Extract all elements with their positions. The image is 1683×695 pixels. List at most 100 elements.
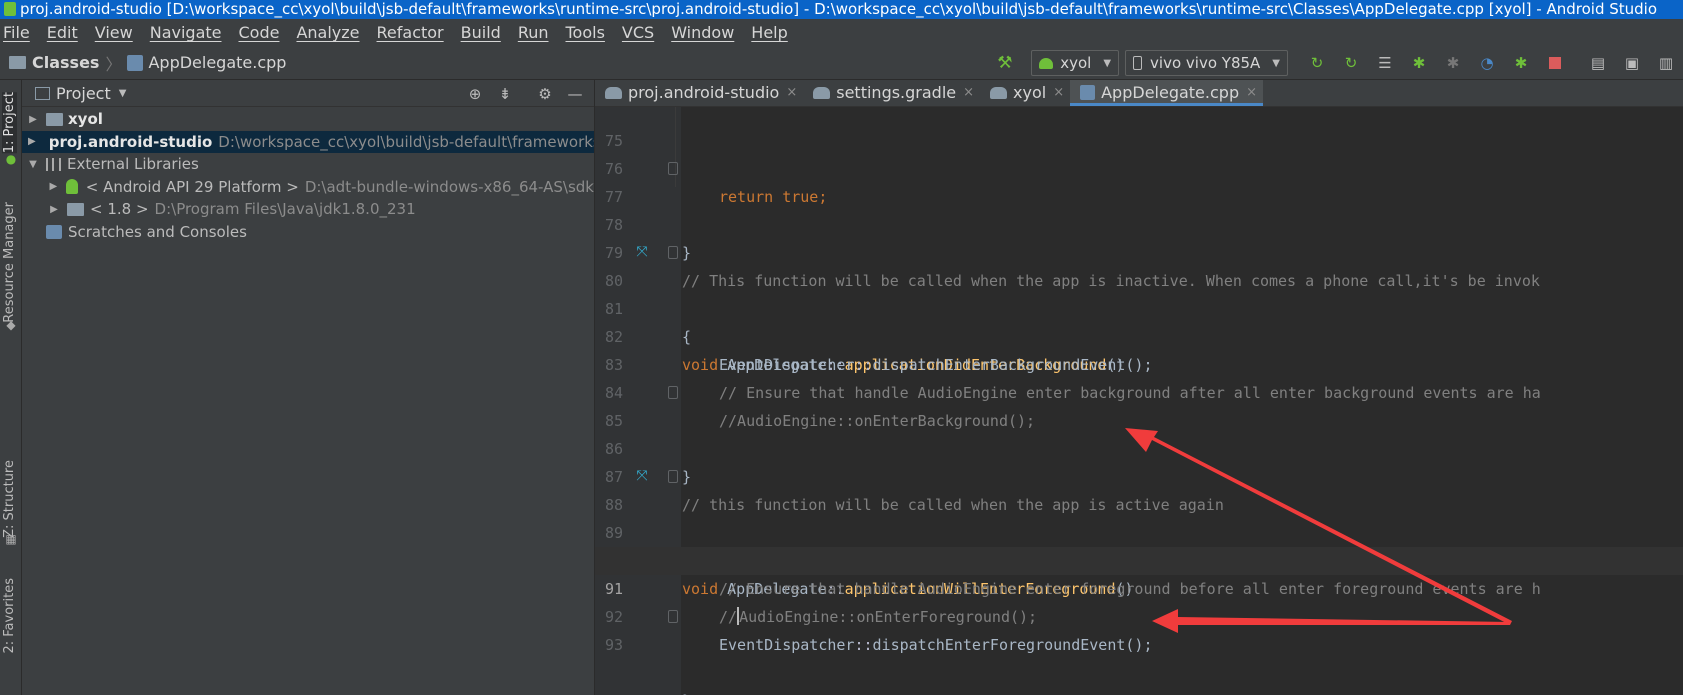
hide-minus-icon[interactable]: — bbox=[566, 85, 584, 103]
tree-item-external-libraries[interactable]: ▼ External Libraries bbox=[22, 153, 594, 176]
tree-item-proj-android-studio[interactable]: ▶ proj.android-studio D:\workspace_cc\xy… bbox=[22, 130, 594, 153]
attach-process-bug-icon[interactable]: ✱ bbox=[1509, 53, 1533, 73]
locate-crosshair-icon[interactable]: ⊕ bbox=[466, 85, 484, 103]
sdk-manager-icon[interactable]: ▥ bbox=[1654, 53, 1678, 73]
tree-item-jdk-1-8[interactable]: ▶ < 1.8 > D:\Program Files\Java\jdk1.8.0… bbox=[22, 198, 594, 221]
device-value: vivo vivo Y85A bbox=[1150, 54, 1261, 72]
code-line-84: 84 //AudioEngine::onEnterBackground(); bbox=[595, 351, 1683, 430]
collapse-all-icon[interactable]: ⇟ bbox=[496, 85, 514, 103]
expand-arrow-icon[interactable]: ▶ bbox=[49, 204, 59, 215]
menu-help[interactable]: Help bbox=[751, 23, 787, 42]
chevron-down-icon: ▼ bbox=[1272, 57, 1280, 69]
menu-refactor[interactable]: Refactor bbox=[377, 23, 444, 42]
gradle-elephant-icon bbox=[990, 86, 1008, 99]
line-number: 93 bbox=[604, 636, 623, 654]
editor-area: proj.android-studio × settings.gradle × … bbox=[595, 80, 1683, 695]
project-view-selector[interactable]: Project bbox=[56, 84, 111, 103]
code-line-83: 83 // Ensure that handle AudioEngine ent… bbox=[595, 323, 1683, 402]
navigation-bar: Classes 〉 AppDelegate.cpp ⚒ xyol ▼ vivo … bbox=[0, 46, 1683, 80]
tree-item-label: proj.android-studio bbox=[48, 132, 213, 151]
window-title-bar: proj.android-studio [D:\workspace_cc\xyo… bbox=[0, 0, 1683, 19]
fold-marker-icon[interactable] bbox=[668, 246, 678, 259]
menu-build[interactable]: Build bbox=[461, 23, 501, 42]
menu-navigate[interactable]: Navigate bbox=[150, 23, 222, 42]
tab-favorites[interactable]: 2: Favorites bbox=[2, 578, 17, 654]
gear-icon[interactable]: ⚙ bbox=[536, 85, 554, 103]
menu-window[interactable]: Window bbox=[671, 23, 734, 42]
breadcrumb: Classes 〉 AppDelegate.cpp bbox=[0, 51, 286, 75]
tab-project[interactable]: 1: Project bbox=[2, 92, 17, 154]
expand-arrow-icon[interactable]: ▶ bbox=[28, 136, 36, 147]
breadcrumb-file[interactable]: AppDelegate.cpp bbox=[148, 53, 286, 72]
expand-arrow-icon[interactable]: ▶ bbox=[49, 181, 58, 192]
code-editor[interactable]: 75 76 return true; 77 } 78 79 // This fu… bbox=[595, 107, 1683, 695]
tree-item-label: < Android API 29 Platform > bbox=[85, 177, 299, 196]
attach-debugger-icon[interactable]: ✱ bbox=[1441, 53, 1465, 73]
menu-run[interactable]: Run bbox=[518, 23, 549, 42]
run-configuration-value: xyol bbox=[1060, 54, 1092, 72]
project-view-icon bbox=[35, 86, 50, 100]
tree-item-xyol[interactable]: ▶ xyol bbox=[22, 108, 594, 131]
resource-manager-icon: ◆ bbox=[6, 318, 16, 332]
project-structure-icon[interactable]: ▤ bbox=[1586, 53, 1610, 73]
stop-icon[interactable] bbox=[1543, 53, 1567, 73]
avd-manager-icon[interactable]: ▣ bbox=[1620, 53, 1644, 73]
run-configuration-select[interactable]: xyol ▼ bbox=[1031, 50, 1120, 76]
chevron-down-icon[interactable]: ▼ bbox=[119, 88, 127, 99]
code-line-93: 93 } bbox=[595, 603, 1683, 695]
code-line-88: 88 ⤧ void AppDelegate::applicationWillEn… bbox=[595, 463, 1683, 598]
code-token: } bbox=[682, 687, 691, 695]
menu-bar: File Edit View Navigate Code Analyze Ref… bbox=[0, 19, 1683, 46]
tree-item-label: Scratches and Consoles bbox=[68, 222, 247, 241]
main-toolbar: ⚒ xyol ▼ vivo vivo Y85A ▼ ↻ ↻ ☰ ✱ ✱ ◔ ✱ … bbox=[997, 46, 1683, 80]
apply-code-changes-icon[interactable]: ↻ bbox=[1339, 53, 1363, 73]
tree-item-path: D:\workspace_cc\xyol\build\jsb-default\f… bbox=[218, 132, 594, 151]
gradle-elephant-icon bbox=[813, 86, 831, 99]
menu-analyze[interactable]: Analyze bbox=[296, 23, 359, 42]
navigate-to-declaration-icon[interactable]: ⤧ bbox=[635, 245, 649, 259]
menu-edit[interactable]: Edit bbox=[47, 23, 78, 42]
fold-marker-icon[interactable] bbox=[668, 386, 678, 399]
close-icon[interactable]: × bbox=[963, 85, 974, 100]
phone-icon bbox=[1133, 56, 1143, 70]
profiler-gauge-icon[interactable]: ◔ bbox=[1475, 53, 1499, 73]
collapse-arrow-icon[interactable]: ▼ bbox=[28, 159, 38, 170]
code-line-77: 77 } bbox=[595, 155, 1683, 262]
close-icon[interactable]: × bbox=[1053, 85, 1064, 100]
close-icon[interactable]: × bbox=[786, 85, 797, 100]
tree-item-android-api-29[interactable]: ▶ < Android API 29 Platform > D:\adt-bun… bbox=[22, 176, 594, 199]
fold-marker-icon[interactable] bbox=[668, 470, 678, 483]
code-token: (); bbox=[1125, 636, 1153, 654]
menu-vcs[interactable]: VCS bbox=[622, 23, 654, 42]
tab-resource-manager[interactable]: Resource Manager bbox=[2, 202, 17, 323]
window-title: proj.android-studio [D:\workspace_cc\xyo… bbox=[20, 0, 1658, 18]
project-tree: ▶ xyol ▶ proj.android-studio D:\workspac… bbox=[22, 108, 594, 243]
close-icon[interactable]: × bbox=[1246, 85, 1257, 100]
breadcrumb-folder[interactable]: Classes bbox=[32, 53, 99, 72]
code-line-91: 91 //AudioEngine::onEnterForeground(); bbox=[595, 547, 1683, 626]
make-project-hammer-icon[interactable]: ⚒ bbox=[997, 54, 1015, 72]
android-icon bbox=[65, 179, 78, 195]
menu-tools[interactable]: Tools bbox=[566, 23, 605, 42]
navigate-to-declaration-icon[interactable]: ⤧ bbox=[635, 469, 649, 483]
tab-structure[interactable]: Z: Structure bbox=[2, 460, 17, 538]
debug-bug-icon[interactable]: ✱ bbox=[1407, 53, 1431, 73]
code-line-80: 80 ⤧ void AppDelegate::applicationDidEnt… bbox=[595, 239, 1683, 374]
code-line-81: 81 { bbox=[595, 267, 1683, 346]
chevron-down-icon: ▼ bbox=[1103, 57, 1112, 69]
apply-changes-restart-icon[interactable]: ↻ bbox=[1305, 53, 1329, 73]
fold-marker-icon[interactable] bbox=[668, 610, 678, 623]
tree-item-scratches[interactable]: Scratches and Consoles bbox=[22, 221, 594, 244]
menu-code[interactable]: Code bbox=[239, 23, 280, 42]
device-select[interactable]: vivo vivo Y85A ▼ bbox=[1125, 50, 1288, 76]
run-list-icon[interactable]: ☰ bbox=[1373, 53, 1397, 73]
expand-arrow-icon[interactable]: ▶ bbox=[28, 114, 38, 125]
fold-marker-icon[interactable] bbox=[668, 162, 678, 175]
menu-file[interactable]: File bbox=[3, 23, 30, 42]
menu-view[interactable]: View bbox=[95, 23, 133, 42]
breadcrumb-separator-icon: 〉 bbox=[105, 54, 122, 74]
cpp-file-icon bbox=[127, 54, 144, 71]
project-tool-window: Project ▼ ⊕ ⇟ ⚙ — ▶ xyol ▶ proj.android-… bbox=[22, 80, 595, 695]
left-tool-window-strip: 1: Project ● Resource Manager ◆ Z: Struc… bbox=[0, 80, 22, 695]
code-line-78: 78 bbox=[595, 183, 1683, 234]
